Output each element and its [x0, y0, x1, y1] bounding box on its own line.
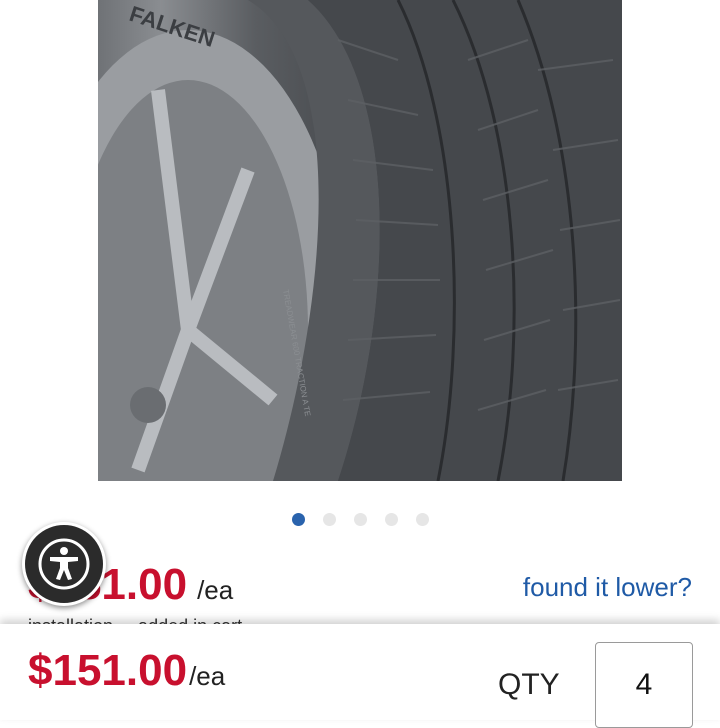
found-it-lower-link[interactable]: found it lower? [523, 572, 692, 602]
carousel-dot-1[interactable] [291, 512, 305, 526]
sticky-price-unit: /ea [189, 661, 226, 691]
carousel-dot-5[interactable] [415, 512, 429, 526]
quantity-input[interactable] [595, 642, 693, 728]
carousel-dot-3[interactable] [353, 512, 367, 526]
qty-label: QTY [498, 668, 560, 701]
product-image[interactable]: FALKEN TREADWEAR 600 TRACTION A TE [98, 0, 622, 481]
price-unit: /ea [197, 575, 234, 605]
carousel-dots [0, 511, 720, 527]
tire-illustration: FALKEN TREADWEAR 600 TRACTION A TE [98, 0, 622, 481]
carousel-dot-2[interactable] [322, 512, 336, 526]
carousel-dot-4[interactable] [384, 512, 398, 526]
price-row: $151.00/ea found it lower? [28, 558, 692, 612]
sticky-price: $151.00/ea [28, 644, 225, 703]
sticky-price-value: $151.00 [28, 646, 188, 695]
accessibility-icon [38, 538, 90, 590]
sticky-add-bar: $151.00/ea QTY [0, 624, 720, 728]
accessibility-button[interactable] [22, 522, 106, 606]
